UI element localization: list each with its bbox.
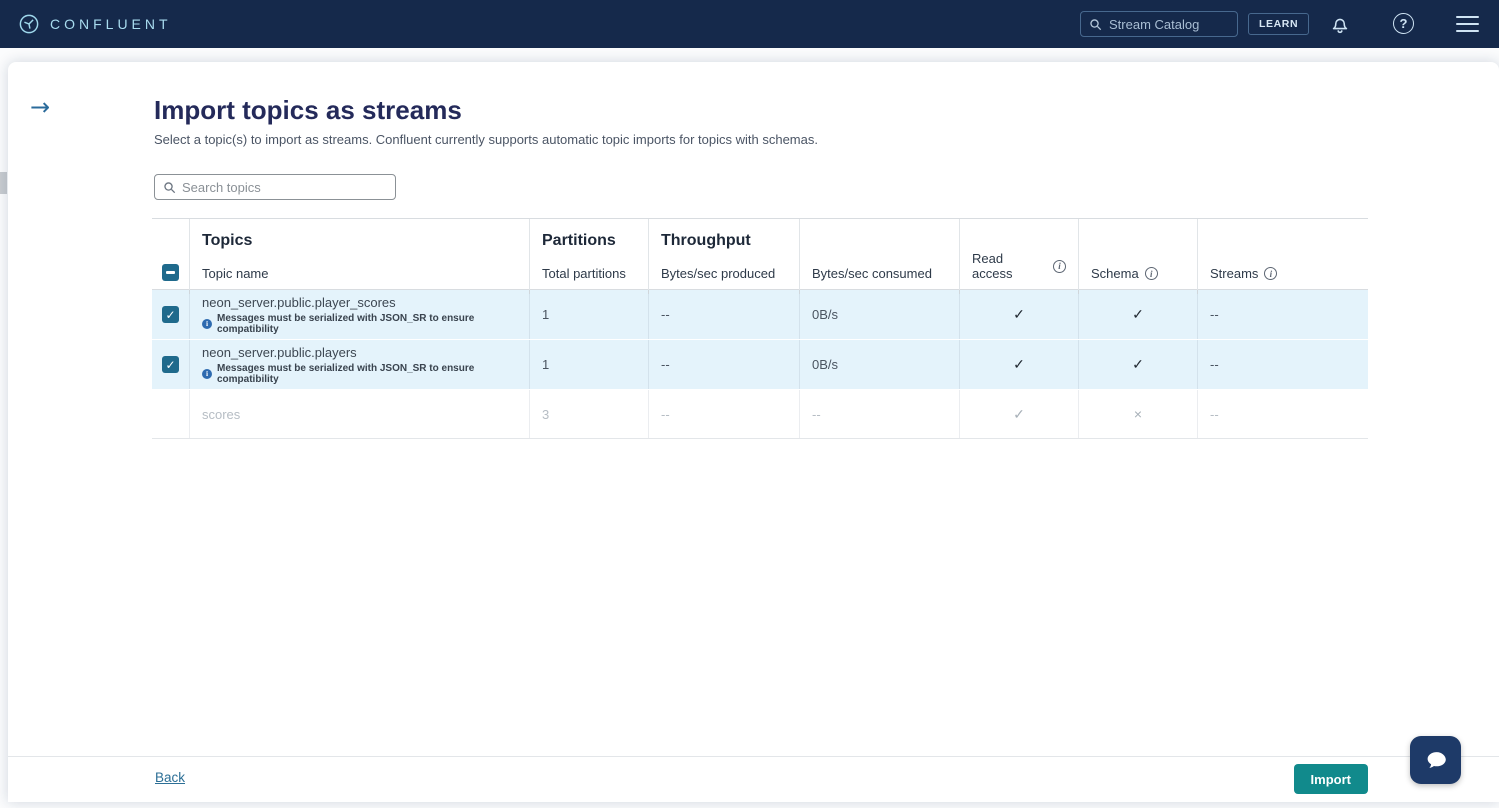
check-icon: ✓ <box>165 359 175 371</box>
cell-schema: × <box>1078 390 1197 438</box>
page-title: Import topics as streams <box>154 95 462 126</box>
column-bytes-produced: Bytes/sec produced <box>661 266 787 281</box>
background-remnant <box>0 172 7 194</box>
speech-bubble-icon <box>1422 746 1450 774</box>
cell-bytes-consumed: 0B/s <box>799 290 959 339</box>
bell-icon[interactable] <box>1329 13 1351 35</box>
check-icon: ✓ <box>165 309 175 321</box>
row-checkbox[interactable]: ✓ <box>162 356 179 373</box>
right-arrow-icon: → <box>30 93 50 121</box>
cell-read-access: ✓ <box>959 340 1078 389</box>
row-checkbox[interactable]: ✓ <box>162 306 179 323</box>
page-subtitle: Select a topic(s) to import as streams. … <box>154 132 818 147</box>
confluent-spark-icon <box>18 13 40 35</box>
cell-bytes-consumed: 0B/s <box>799 340 959 389</box>
brand-name: CONFLUENT <box>50 16 172 32</box>
cell-total-partitions: 1 <box>529 340 648 389</box>
column-group-throughput: Throughput <box>661 232 787 251</box>
cell-bytes-produced: -- <box>648 340 799 389</box>
cell-read-access: ✓ <box>959 390 1078 438</box>
column-group-topics: Topics <box>202 232 517 251</box>
column-total-partitions: Total partitions <box>542 266 636 281</box>
search-icon <box>1089 18 1102 31</box>
indeterminate-mark-icon <box>166 271 175 273</box>
cell-streams: -- <box>1197 290 1368 339</box>
cell-read-access: ✓ <box>959 290 1078 339</box>
cell-total-partitions: 3 <box>529 390 648 438</box>
cell-total-partitions: 1 <box>529 290 648 339</box>
panel-footer: Back Import <box>8 756 1499 802</box>
column-schema: Schemai <box>1091 266 1185 281</box>
cell-streams: -- <box>1197 340 1368 389</box>
table-row: scores 3 -- -- ✓ × -- <box>152 390 1368 439</box>
topic-name: neon_server.public.player_scores <box>202 295 396 310</box>
column-bytes-consumed: Bytes/sec consumed <box>812 266 947 281</box>
select-all-checkbox[interactable] <box>162 264 179 281</box>
collapse-panel-button[interactable]: → <box>30 95 50 119</box>
cell-bytes-produced: -- <box>648 390 799 438</box>
cell-streams: -- <box>1197 390 1368 438</box>
info-icon: i <box>202 319 212 329</box>
search-topics-input[interactable] <box>182 180 372 195</box>
cell-schema: ✓ <box>1078 340 1197 389</box>
info-icon[interactable]: i <box>1053 260 1066 273</box>
column-read-access: Read accessi <box>972 251 1066 281</box>
top-navbar: CONFLUENT LEARN ? <box>0 0 1499 48</box>
menu-icon[interactable] <box>1456 16 1479 32</box>
stream-catalog-input[interactable] <box>1109 17 1219 32</box>
learn-button[interactable]: LEARN <box>1248 13 1309 35</box>
back-link[interactable]: Back <box>155 770 185 785</box>
import-topics-panel: → Import topics as streams Select a topi… <box>8 62 1499 802</box>
cell-schema: ✓ <box>1078 290 1197 339</box>
help-icon[interactable]: ? <box>1393 13 1414 34</box>
info-icon: i <box>202 369 212 379</box>
topic-note: i Messages must be serialized with JSON_… <box>202 313 517 335</box>
column-topic-name: Topic name <box>202 266 517 281</box>
topic-name: scores <box>202 407 240 422</box>
topic-note: i Messages must be serialized with JSON_… <box>202 363 517 385</box>
table-row[interactable]: ✓ neon_server.public.player_scores i Mes… <box>152 290 1368 340</box>
topic-name: neon_server.public.players <box>202 345 357 360</box>
table-body: ✓ neon_server.public.player_scores i Mes… <box>152 290 1368 439</box>
stream-catalog-search[interactable] <box>1080 11 1238 37</box>
table-header: Topics Topic name Partitions Total parti… <box>152 218 1368 290</box>
info-icon[interactable]: i <box>1145 267 1158 280</box>
table-row[interactable]: ✓ neon_server.public.players i Messages … <box>152 340 1368 390</box>
info-icon[interactable]: i <box>1264 267 1277 280</box>
column-group-partitions: Partitions <box>542 232 636 251</box>
cell-bytes-produced: -- <box>648 290 799 339</box>
confluent-logo[interactable]: CONFLUENT <box>18 13 172 35</box>
column-streams: Streamsi <box>1210 266 1356 281</box>
search-icon <box>163 181 176 194</box>
cell-bytes-consumed: -- <box>799 390 959 438</box>
chat-button[interactable] <box>1410 736 1461 784</box>
import-button[interactable]: Import <box>1294 764 1368 794</box>
topics-table: Topics Topic name Partitions Total parti… <box>152 218 1368 439</box>
search-topics-box[interactable] <box>154 174 396 200</box>
